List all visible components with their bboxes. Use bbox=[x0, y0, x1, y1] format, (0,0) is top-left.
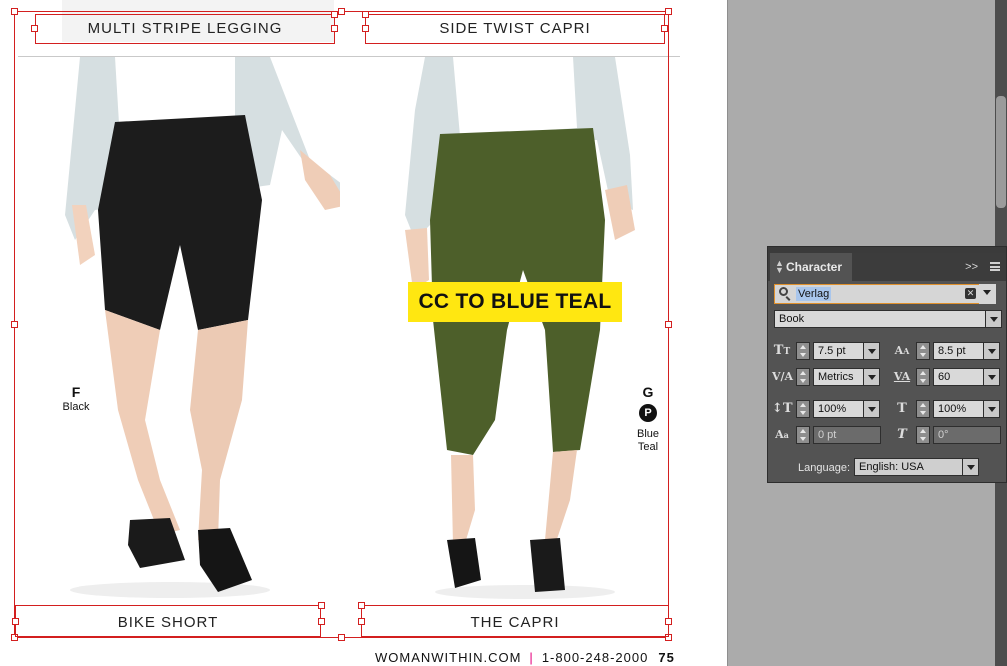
panel-header: ▲ ▼ Character >> bbox=[768, 253, 1006, 281]
font-size-stepper[interactable] bbox=[796, 342, 810, 360]
product-label-bike-short[interactable]: BIKE SHORT bbox=[15, 614, 321, 631]
tracking-dropdown[interactable] bbox=[983, 368, 1000, 386]
horizontal-scale-dropdown[interactable] bbox=[983, 400, 1000, 418]
language-label: Language: bbox=[798, 462, 850, 474]
skew-icon: T bbox=[897, 427, 907, 442]
language-select[interactable]: English: USA bbox=[854, 458, 964, 476]
font-style-dropdown[interactable] bbox=[985, 310, 1002, 328]
baseline-shift-field[interactable]: 0 pt bbox=[813, 426, 881, 444]
footer-site: WOMANWITHIN.COM bbox=[375, 650, 522, 665]
product-label-side-twist-capri[interactable]: SIDE TWIST CAPRI bbox=[365, 20, 665, 37]
panel-title: Character bbox=[786, 260, 843, 274]
frame-handle[interactable] bbox=[665, 321, 672, 328]
leading-field[interactable]: 8.5 pt bbox=[933, 342, 984, 360]
leading-stepper[interactable] bbox=[916, 342, 930, 360]
footer-separator: | bbox=[529, 650, 534, 665]
language-dropdown[interactable] bbox=[962, 458, 979, 476]
panel-menu-icon[interactable] bbox=[990, 262, 1000, 271]
collapse-panel-icon[interactable]: >> bbox=[965, 261, 978, 273]
layout-page: CC TO BLUE TEAL F Black G P Blue Teal MU… bbox=[0, 0, 727, 666]
vertical-scale-dropdown[interactable] bbox=[863, 400, 880, 418]
vertical-scale-stepper[interactable] bbox=[796, 400, 810, 418]
character-tab[interactable]: ▲ ▼ Character bbox=[770, 253, 852, 281]
product-label-multi-stripe-legging[interactable]: MULTI STRIPE LEGGING bbox=[35, 20, 335, 37]
font-family-value: Verlag bbox=[796, 287, 832, 301]
page-number: 75 bbox=[658, 650, 675, 665]
font-size-icon: TT bbox=[773, 343, 791, 358]
baseline-shift-icon: Aa bbox=[775, 428, 789, 441]
clear-icon[interactable]: ✕ bbox=[965, 288, 976, 299]
search-icon bbox=[779, 287, 788, 296]
frame-handle[interactable] bbox=[338, 634, 345, 641]
horizontal-scale-stepper[interactable] bbox=[916, 400, 930, 418]
vertical-scale-icon: ↕T bbox=[772, 401, 793, 416]
frame-handle[interactable] bbox=[358, 602, 365, 609]
skew-field[interactable]: 0° bbox=[933, 426, 1001, 444]
frame-handle[interactable] bbox=[11, 321, 18, 328]
frame-handle[interactable] bbox=[665, 8, 672, 15]
product-label-the-capri[interactable]: THE CAPRI bbox=[361, 614, 669, 631]
horizontal-scale-icon: T bbox=[897, 401, 907, 416]
frame-handle[interactable] bbox=[331, 11, 338, 18]
leading-dropdown[interactable] bbox=[983, 342, 1000, 360]
kerning-field[interactable]: Metrics bbox=[813, 368, 864, 386]
frame-handle[interactable] bbox=[11, 8, 18, 15]
font-size-field[interactable]: 7.5 pt bbox=[813, 342, 864, 360]
vertical-scale-field[interactable]: 100% bbox=[813, 400, 864, 418]
font-style-field[interactable]: Book bbox=[774, 310, 986, 328]
kerning-stepper[interactable] bbox=[796, 368, 810, 386]
selected-image-frame[interactable] bbox=[14, 11, 669, 638]
frame-handle[interactable] bbox=[362, 11, 369, 18]
frame-handle[interactable] bbox=[318, 602, 325, 609]
tracking-stepper[interactable] bbox=[916, 368, 930, 386]
frame-handle[interactable] bbox=[338, 8, 345, 15]
baseline-shift-stepper[interactable] bbox=[796, 426, 810, 444]
tab-updown-icon: ▲ ▼ bbox=[775, 258, 784, 275]
leading-icon: AA bbox=[894, 344, 910, 357]
footer-phone: 1-800-248-2000 bbox=[541, 650, 649, 665]
font-family-dropdown[interactable] bbox=[979, 284, 996, 304]
horizontal-scale-field[interactable]: 100% bbox=[933, 400, 984, 418]
skew-stepper[interactable] bbox=[916, 426, 930, 444]
kerning-icon: V/A bbox=[772, 370, 794, 383]
tracking-field[interactable]: 60 bbox=[933, 368, 984, 386]
character-panel: ▲ ▼ Character >> Verlag ✕ Book TT 7.5 pt … bbox=[767, 246, 1007, 483]
font-family-field[interactable]: Verlag ✕ bbox=[774, 284, 996, 304]
font-size-dropdown[interactable] bbox=[863, 342, 880, 360]
scrollbar-thumb[interactable] bbox=[996, 96, 1006, 208]
tracking-icon: VA bbox=[893, 370, 911, 383]
page-footer: WOMANWITHIN.COM | 1-800-248-2000 75 bbox=[375, 650, 675, 665]
kerning-dropdown[interactable] bbox=[863, 368, 880, 386]
